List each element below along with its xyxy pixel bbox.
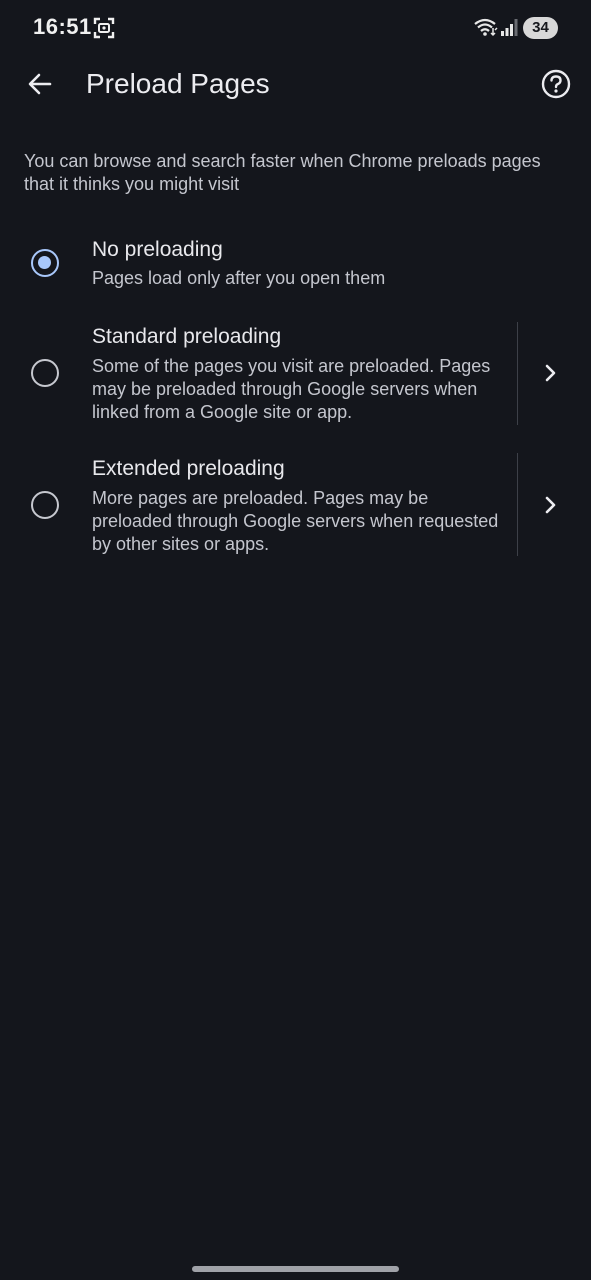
option-summary: Pages load only after you open them xyxy=(92,268,386,288)
option-extended-preloading[interactable]: Extended preloading More pages are prelo… xyxy=(0,452,591,558)
screenshot-icon xyxy=(93,17,115,39)
option-no-preloading[interactable]: No preloading Pages load only after you … xyxy=(0,236,591,306)
wifi-icon xyxy=(474,18,498,37)
option-standard-preloading[interactable]: Standard preloading Some of the pages yo… xyxy=(0,320,591,426)
battery-indicator: 34 xyxy=(523,17,558,39)
option-summary: More pages are preloaded. Pages may be p… xyxy=(92,488,499,554)
radio-no-preloading[interactable] xyxy=(31,249,59,277)
help-button[interactable] xyxy=(536,64,576,104)
arrow-back-icon xyxy=(28,73,52,95)
signal-icon xyxy=(501,19,518,36)
radio-standard-preloading[interactable] xyxy=(31,359,59,387)
chevron-right-icon xyxy=(545,364,556,382)
page-title: Preload Pages xyxy=(86,68,270,99)
option-title: Extended preloading xyxy=(92,457,285,480)
back-button[interactable] xyxy=(20,64,60,104)
help-icon xyxy=(541,69,571,99)
extended-preloading-details-button[interactable] xyxy=(538,493,562,517)
chevron-right-icon xyxy=(545,496,556,514)
divider xyxy=(517,453,518,556)
option-summary: Some of the pages you visit are preloade… xyxy=(92,356,491,422)
option-title: No preloading xyxy=(92,238,223,261)
standard-preloading-details-button[interactable] xyxy=(538,361,562,385)
radio-extended-preloading[interactable] xyxy=(31,491,59,519)
status-time: 16:51 xyxy=(33,14,92,39)
gesture-nav-handle[interactable] xyxy=(192,1266,399,1272)
divider xyxy=(517,322,518,425)
option-title: Standard preloading xyxy=(92,325,282,348)
page-description: You can browse and search faster when Ch… xyxy=(24,151,541,194)
status-bar: 16:51 34 xyxy=(0,0,591,56)
app-bar: Preload Pages xyxy=(0,56,591,112)
